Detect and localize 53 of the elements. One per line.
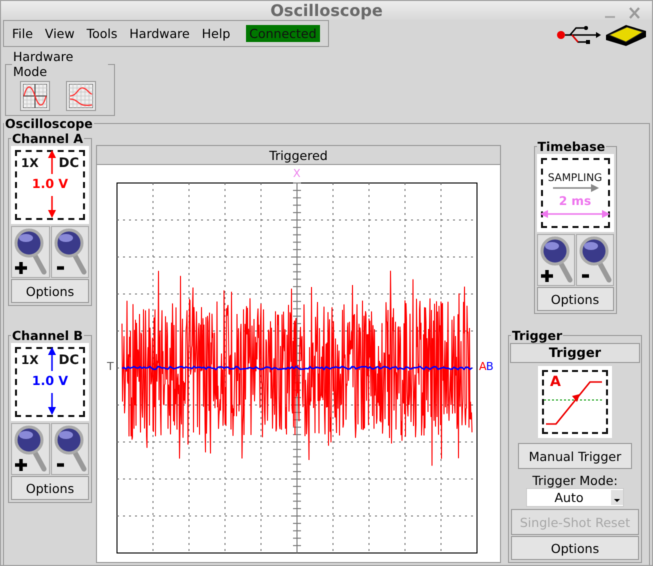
zoom-in-icon <box>12 425 48 473</box>
group-title: Trigger <box>511 328 564 343</box>
sine-wave-icon <box>23 84 47 108</box>
x-marker: X <box>293 167 301 180</box>
mode-button[interactable] <box>20 81 50 111</box>
menu-item[interactable]: Help <box>196 26 236 41</box>
coupling-label: DC <box>58 156 79 171</box>
timebase-value: 2 ms <box>558 194 592 208</box>
range-value: 1.0 V <box>30 176 70 191</box>
options-button[interactable]: Options <box>11 476 89 500</box>
coupling-label: DC <box>58 353 79 368</box>
zoom-in-button[interactable] <box>11 423 50 475</box>
trigger-heading: Trigger <box>548 346 602 360</box>
zoom-out-icon <box>52 228 88 276</box>
trigger-marker: T <box>107 360 114 373</box>
zoom-in-icon <box>12 228 48 276</box>
channel-marker: A <box>479 360 487 373</box>
menu-item[interactable]: File <box>6 26 39 41</box>
range-value: 1.0 V <box>30 373 70 388</box>
window-title: Oscilloscope <box>270 1 383 20</box>
group-title: Timebase <box>536 139 606 154</box>
manual-trigger-button[interactable]: Manual Trigger <box>518 443 632 469</box>
zoom-out-icon <box>576 236 612 284</box>
channel-marker: B <box>486 360 494 373</box>
probe-label: 1X <box>21 156 39 170</box>
trigger-mode-label: Trigger Mode: <box>532 473 618 488</box>
mode-button[interactable] <box>66 81 96 111</box>
zoom-out-icon <box>52 425 88 473</box>
zoom-out-button[interactable] <box>576 234 614 286</box>
channel-title: Channel A <box>11 131 84 146</box>
channel-title: Channel B <box>11 328 84 343</box>
menu-item[interactable]: View <box>38 26 81 41</box>
right-arrow-icon <box>552 184 598 192</box>
trigger-mode-dropdown[interactable]: Auto <box>526 488 624 507</box>
trigger-status: Triggered <box>269 148 328 162</box>
zoom-out-button[interactable] <box>50 423 89 475</box>
options-button[interactable]: Options <box>11 279 89 303</box>
options-button[interactable]: Options <box>511 536 639 560</box>
response-curve-icon <box>69 84 93 108</box>
group-title: Hardware Mode <box>12 49 74 79</box>
zoom-in-button[interactable] <box>536 234 574 286</box>
zoom-out-button[interactable] <box>50 226 89 278</box>
group-title: Oscilloscope <box>4 116 94 131</box>
probe-label: 1X <box>21 353 39 367</box>
sampling-label: SAMPLING <box>548 172 602 184</box>
zoom-in-icon <box>538 236 574 284</box>
options-button[interactable]: Options <box>536 287 614 311</box>
zoom-in-button[interactable] <box>11 226 50 278</box>
connection-status: Connected <box>246 25 320 42</box>
span-arrow-icon <box>540 210 610 218</box>
menu-item[interactable]: Hardware <box>123 26 196 41</box>
menu-item[interactable]: Tools <box>80 26 124 41</box>
trigger-source: A <box>550 374 561 390</box>
